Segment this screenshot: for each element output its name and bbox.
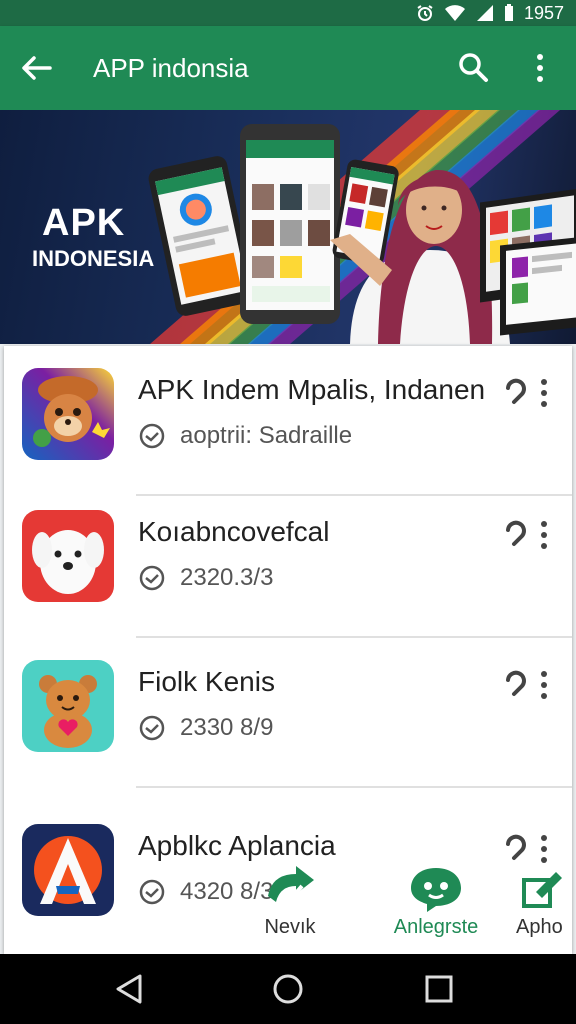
system-nav-bar	[0, 954, 576, 1024]
nav-label: Nevık	[264, 916, 316, 938]
signal-icon	[476, 4, 494, 22]
app-icon-white-dog	[22, 510, 114, 602]
back-arrow-icon[interactable]	[18, 50, 54, 86]
nav-label: Anlegrste	[393, 916, 479, 938]
promo-banner[interactable]: APK INDONESIA	[0, 110, 576, 344]
list-item[interactable]: APK Indem Mpalis, Indanen aoptrii: Sadra…	[4, 346, 572, 496]
edit-share-icon	[522, 872, 562, 908]
app-meta: aoptrii: Sadraille	[138, 422, 352, 450]
app-meta-text: 2320.3/3	[180, 564, 274, 591]
alarm-icon	[416, 4, 434, 22]
item-overflow-icon[interactable]	[534, 668, 554, 702]
wifi-icon	[444, 4, 466, 22]
app-meta-text: aoptrii: Sadraille	[180, 422, 353, 449]
chat-face-icon	[411, 868, 461, 912]
bottom-nav: Nevık Anlegrste Apho	[0, 858, 576, 954]
status-time: 1957	[523, 2, 564, 23]
nav-item-apho[interactable]: Apho	[516, 866, 576, 939]
nav-arrow-icon	[268, 866, 314, 905]
status-icons: 1957	[416, 0, 564, 26]
clock-check-icon	[139, 423, 165, 449]
list-item[interactable]: Fiolk Kenis 2330 8/9	[4, 638, 572, 788]
divider	[136, 786, 572, 788]
app-name: Fiolk Kenis	[138, 666, 275, 697]
app-meta: 2330 8/9	[138, 714, 273, 742]
home-circle-icon[interactable]	[271, 972, 305, 1006]
item-overflow-icon[interactable]	[534, 376, 554, 410]
back-triangle-icon[interactable]	[112, 972, 146, 1006]
nav-item-anlegrste[interactable]: Anlegrste	[376, 866, 496, 939]
banner-title: APK	[42, 202, 126, 244]
app-meta: 2320.3/3	[138, 564, 273, 592]
app-name: Koıabncovefcal	[138, 516, 330, 547]
link-hook-icon[interactable]	[502, 518, 528, 552]
app-icon-bear-heart	[22, 660, 114, 752]
nav-label: Apho	[516, 916, 563, 938]
battery-icon	[504, 4, 514, 22]
app-icon-dog-mic	[22, 368, 114, 460]
clock-check-icon	[139, 715, 165, 741]
recents-square-icon[interactable]	[422, 972, 456, 1006]
app-bar: APP indonsia	[0, 26, 576, 110]
list-item[interactable]: Koıabncovefcal 2320.3/3	[4, 488, 572, 638]
link-hook-icon[interactable]	[502, 376, 528, 410]
app-meta-text: 2330 8/9	[180, 714, 274, 741]
app-bar-title: APP indonsia	[93, 53, 249, 83]
status-bar: 1957	[0, 0, 576, 26]
app-name: APK Indem Mpalis, Indanen	[138, 374, 486, 405]
nav-item-nevik[interactable]: Nevık	[230, 866, 350, 939]
banner-subtitle: INDONESIA	[32, 246, 155, 271]
overflow-menu-icon[interactable]	[528, 50, 552, 86]
link-hook-icon[interactable]	[502, 668, 528, 702]
item-overflow-icon[interactable]	[534, 518, 554, 552]
clock-check-icon	[139, 565, 165, 591]
search-icon[interactable]	[456, 50, 490, 84]
